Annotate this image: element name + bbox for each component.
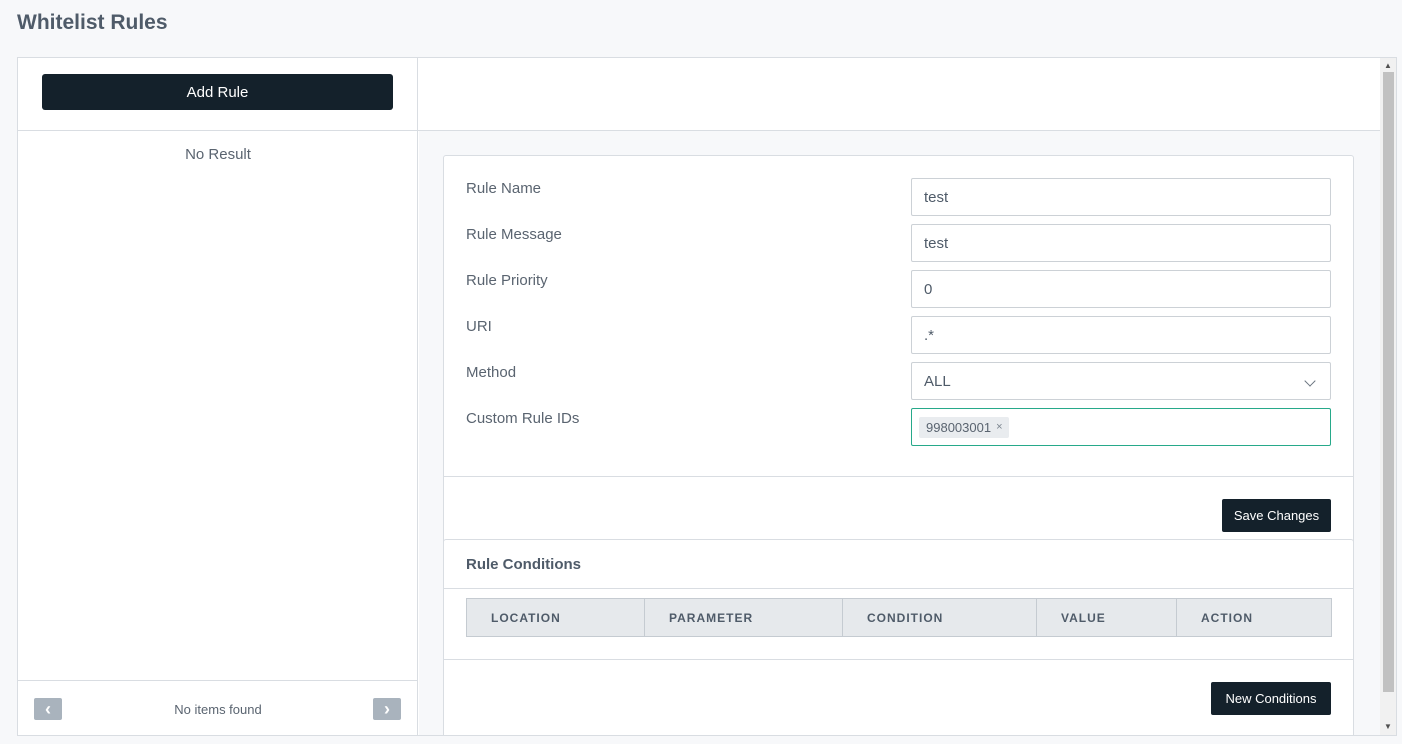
form-row-custom-rule-ids: Custom Rule IDs 998003001 × <box>466 408 1332 446</box>
pagination-status: No items found <box>174 702 262 717</box>
rule-conditions-title: Rule Conditions <box>466 556 581 573</box>
column-header-location[interactable]: LOCATION <box>467 599 645 636</box>
column-header-condition[interactable]: CONDITION <box>843 599 1037 636</box>
method-selected-value: ALL <box>924 372 951 390</box>
vertical-scrollbar[interactable]: ▲ ▼ <box>1380 58 1396 735</box>
divider <box>444 659 1353 660</box>
column-header-action[interactable]: ACTION <box>1177 599 1331 636</box>
scrollbar-thumb[interactable] <box>1383 72 1394 692</box>
new-conditions-button[interactable]: New Conditions <box>1211 682 1331 715</box>
next-page-button[interactable]: › <box>373 698 401 720</box>
rule-name-label: Rule Name <box>466 180 542 197</box>
rule-form-card: Rule Name test Rule Message test Rule Pr… <box>443 155 1354 555</box>
rules-list-panel: Add Rule No Result ‹ No items found › <box>18 58 418 735</box>
divider <box>18 130 418 131</box>
column-header-parameter[interactable]: PARAMETER <box>645 599 843 636</box>
add-rule-button[interactable]: Add Rule <box>42 74 393 110</box>
remove-tag-icon[interactable]: × <box>996 421 1002 433</box>
divider <box>444 588 1353 589</box>
method-label: Method <box>466 364 517 381</box>
rule-detail-panel: Rule Name test Rule Message test Rule Pr… <box>419 131 1381 735</box>
custom-rule-ids-input[interactable]: 998003001 × <box>911 408 1331 446</box>
conditions-table-header: LOCATION PARAMETER CONDITION VALUE ACTIO… <box>466 598 1332 637</box>
save-changes-button[interactable]: Save Changes <box>1222 499 1331 532</box>
empty-list-text: No Result <box>185 146 251 163</box>
method-select[interactable]: ALL <box>911 362 1331 400</box>
form-row-rule-priority: Rule Priority 0 <box>466 270 1332 308</box>
rule-id-tag: 998003001 × <box>919 416 1009 438</box>
scroll-down-arrow-icon[interactable]: ▼ <box>1380 721 1396 733</box>
rule-conditions-card: Rule Conditions LOCATION PARAMETER CONDI… <box>443 539 1354 735</box>
scroll-up-arrow-icon[interactable]: ▲ <box>1380 60 1396 72</box>
column-header-value[interactable]: VALUE <box>1037 599 1177 636</box>
rule-priority-input[interactable]: 0 <box>911 270 1331 308</box>
rule-message-label: Rule Message <box>466 226 562 243</box>
uri-label: URI <box>466 318 492 335</box>
form-row-rule-message: Rule Message test <box>466 224 1332 262</box>
rule-id-tag-label: 998003001 <box>926 419 992 435</box>
rules-panel: Add Rule No Result ‹ No items found › Ru… <box>17 57 1397 736</box>
list-pagination: ‹ No items found › <box>18 680 418 735</box>
form-row-method: Method ALL <box>466 362 1332 400</box>
custom-rule-ids-label: Custom Rule IDs <box>466 410 580 427</box>
divider <box>444 476 1353 477</box>
form-row-uri: URI .* <box>466 316 1332 354</box>
page-title: Whitelist Rules <box>17 11 168 34</box>
uri-input[interactable]: .* <box>911 316 1331 354</box>
rule-message-input[interactable]: test <box>911 224 1331 262</box>
form-row-rule-name: Rule Name test <box>466 178 1332 216</box>
chevron-right-icon: › <box>384 699 390 719</box>
rule-name-input[interactable]: test <box>911 178 1331 216</box>
rule-priority-label: Rule Priority <box>466 272 548 289</box>
chevron-down-icon <box>1304 375 1316 387</box>
